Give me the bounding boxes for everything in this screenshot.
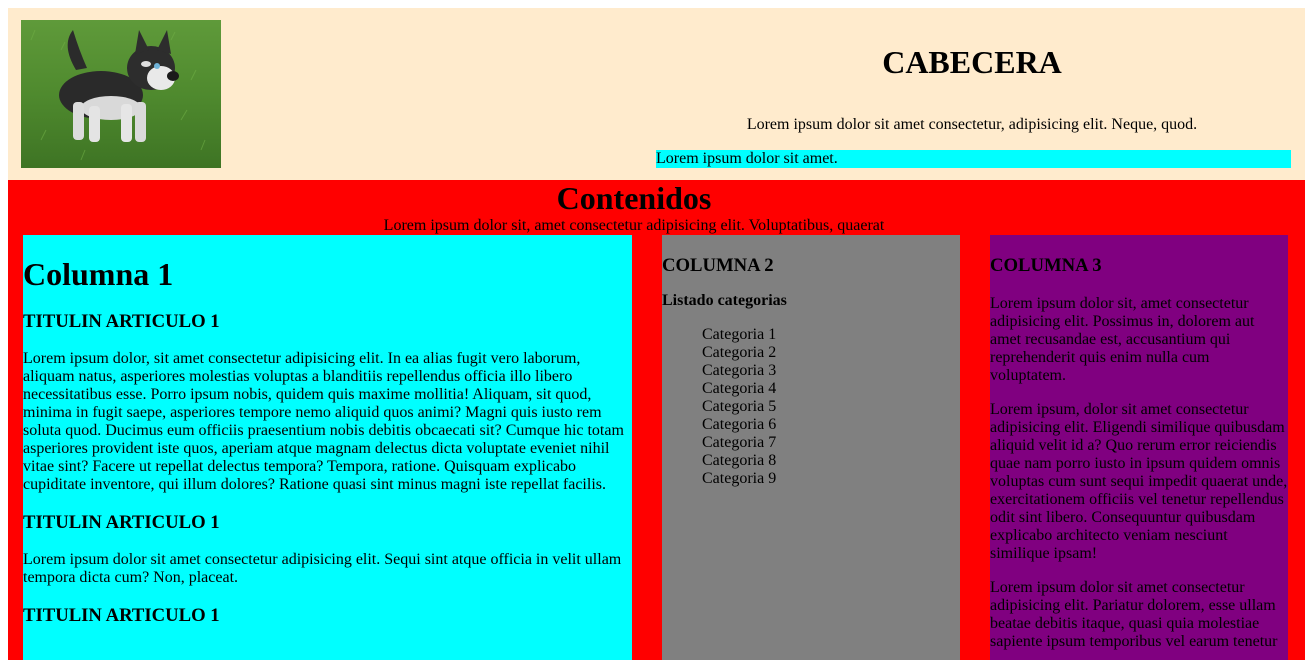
column-3-heading: COLUMNA 3	[990, 255, 1102, 276]
article-title: TITULIN ARTICULO 1	[23, 311, 220, 332]
column-3-paragraph: Lorem ipsum dolor sit, amet consectetur …	[990, 295, 1255, 384]
column-3-paragraph: Lorem ipsum dolor sit amet consectetur a…	[990, 579, 1278, 650]
category-item: Categoria 2	[702, 344, 777, 361]
category-item: Categoria 6	[702, 416, 777, 433]
category-item: Categoria 1	[702, 326, 777, 343]
column-1: Columna 1 TITULIN ARTICULO 1 Lorem ipsum…	[23, 235, 632, 660]
category-list-heading: Listado categorias	[662, 292, 787, 309]
column-1-heading: Columna 1	[23, 256, 174, 292]
category-item: Categoria 8	[702, 452, 777, 469]
category-item: Categoria 4	[702, 380, 777, 397]
category-item: Categoria 9	[702, 470, 777, 487]
content-title: Contenidos	[556, 180, 712, 216]
category-item: Categoria 5	[702, 398, 777, 415]
column-3-paragraph: Lorem ipsum, dolor sit amet consectetur …	[990, 401, 1288, 562]
content-section: Contenidos Lorem ipsum dolor sit, amet c…	[8, 180, 1305, 660]
header-subtitle: Lorem ipsum dolor sit amet consectetur, …	[746, 116, 1198, 133]
category-item: Categoria 3	[702, 362, 777, 379]
column-2-heading: COLUMNA 2	[662, 255, 774, 276]
header: CABECERA Lorem ipsum dolor sit amet cons…	[8, 8, 1305, 180]
column-3: COLUMNA 3 Lorem ipsum dolor sit, amet co…	[990, 235, 1288, 660]
category-item: Categoria 7	[702, 434, 777, 451]
article-text: Lorem ipsum dolor sit amet consectetur a…	[23, 551, 622, 586]
article-title: TITULIN ARTICULO 1	[23, 605, 220, 626]
header-bar: Lorem ipsum dolor sit amet.	[656, 150, 1291, 168]
husky-puppy-image	[21, 20, 221, 168]
content-subtitle: Lorem ipsum dolor sit, amet consectetur …	[383, 217, 885, 234]
category-list: Categoria 1 Categoria 2 Categoria 3 Cate…	[662, 326, 960, 488]
header-title: CABECERA	[882, 44, 1062, 80]
column-2: COLUMNA 2 Listado categorias Categoria 1…	[662, 235, 960, 660]
article-text: Lorem ipsum dolor, sit amet consectetur …	[23, 350, 624, 493]
article-title: TITULIN ARTICULO 1	[23, 512, 220, 533]
